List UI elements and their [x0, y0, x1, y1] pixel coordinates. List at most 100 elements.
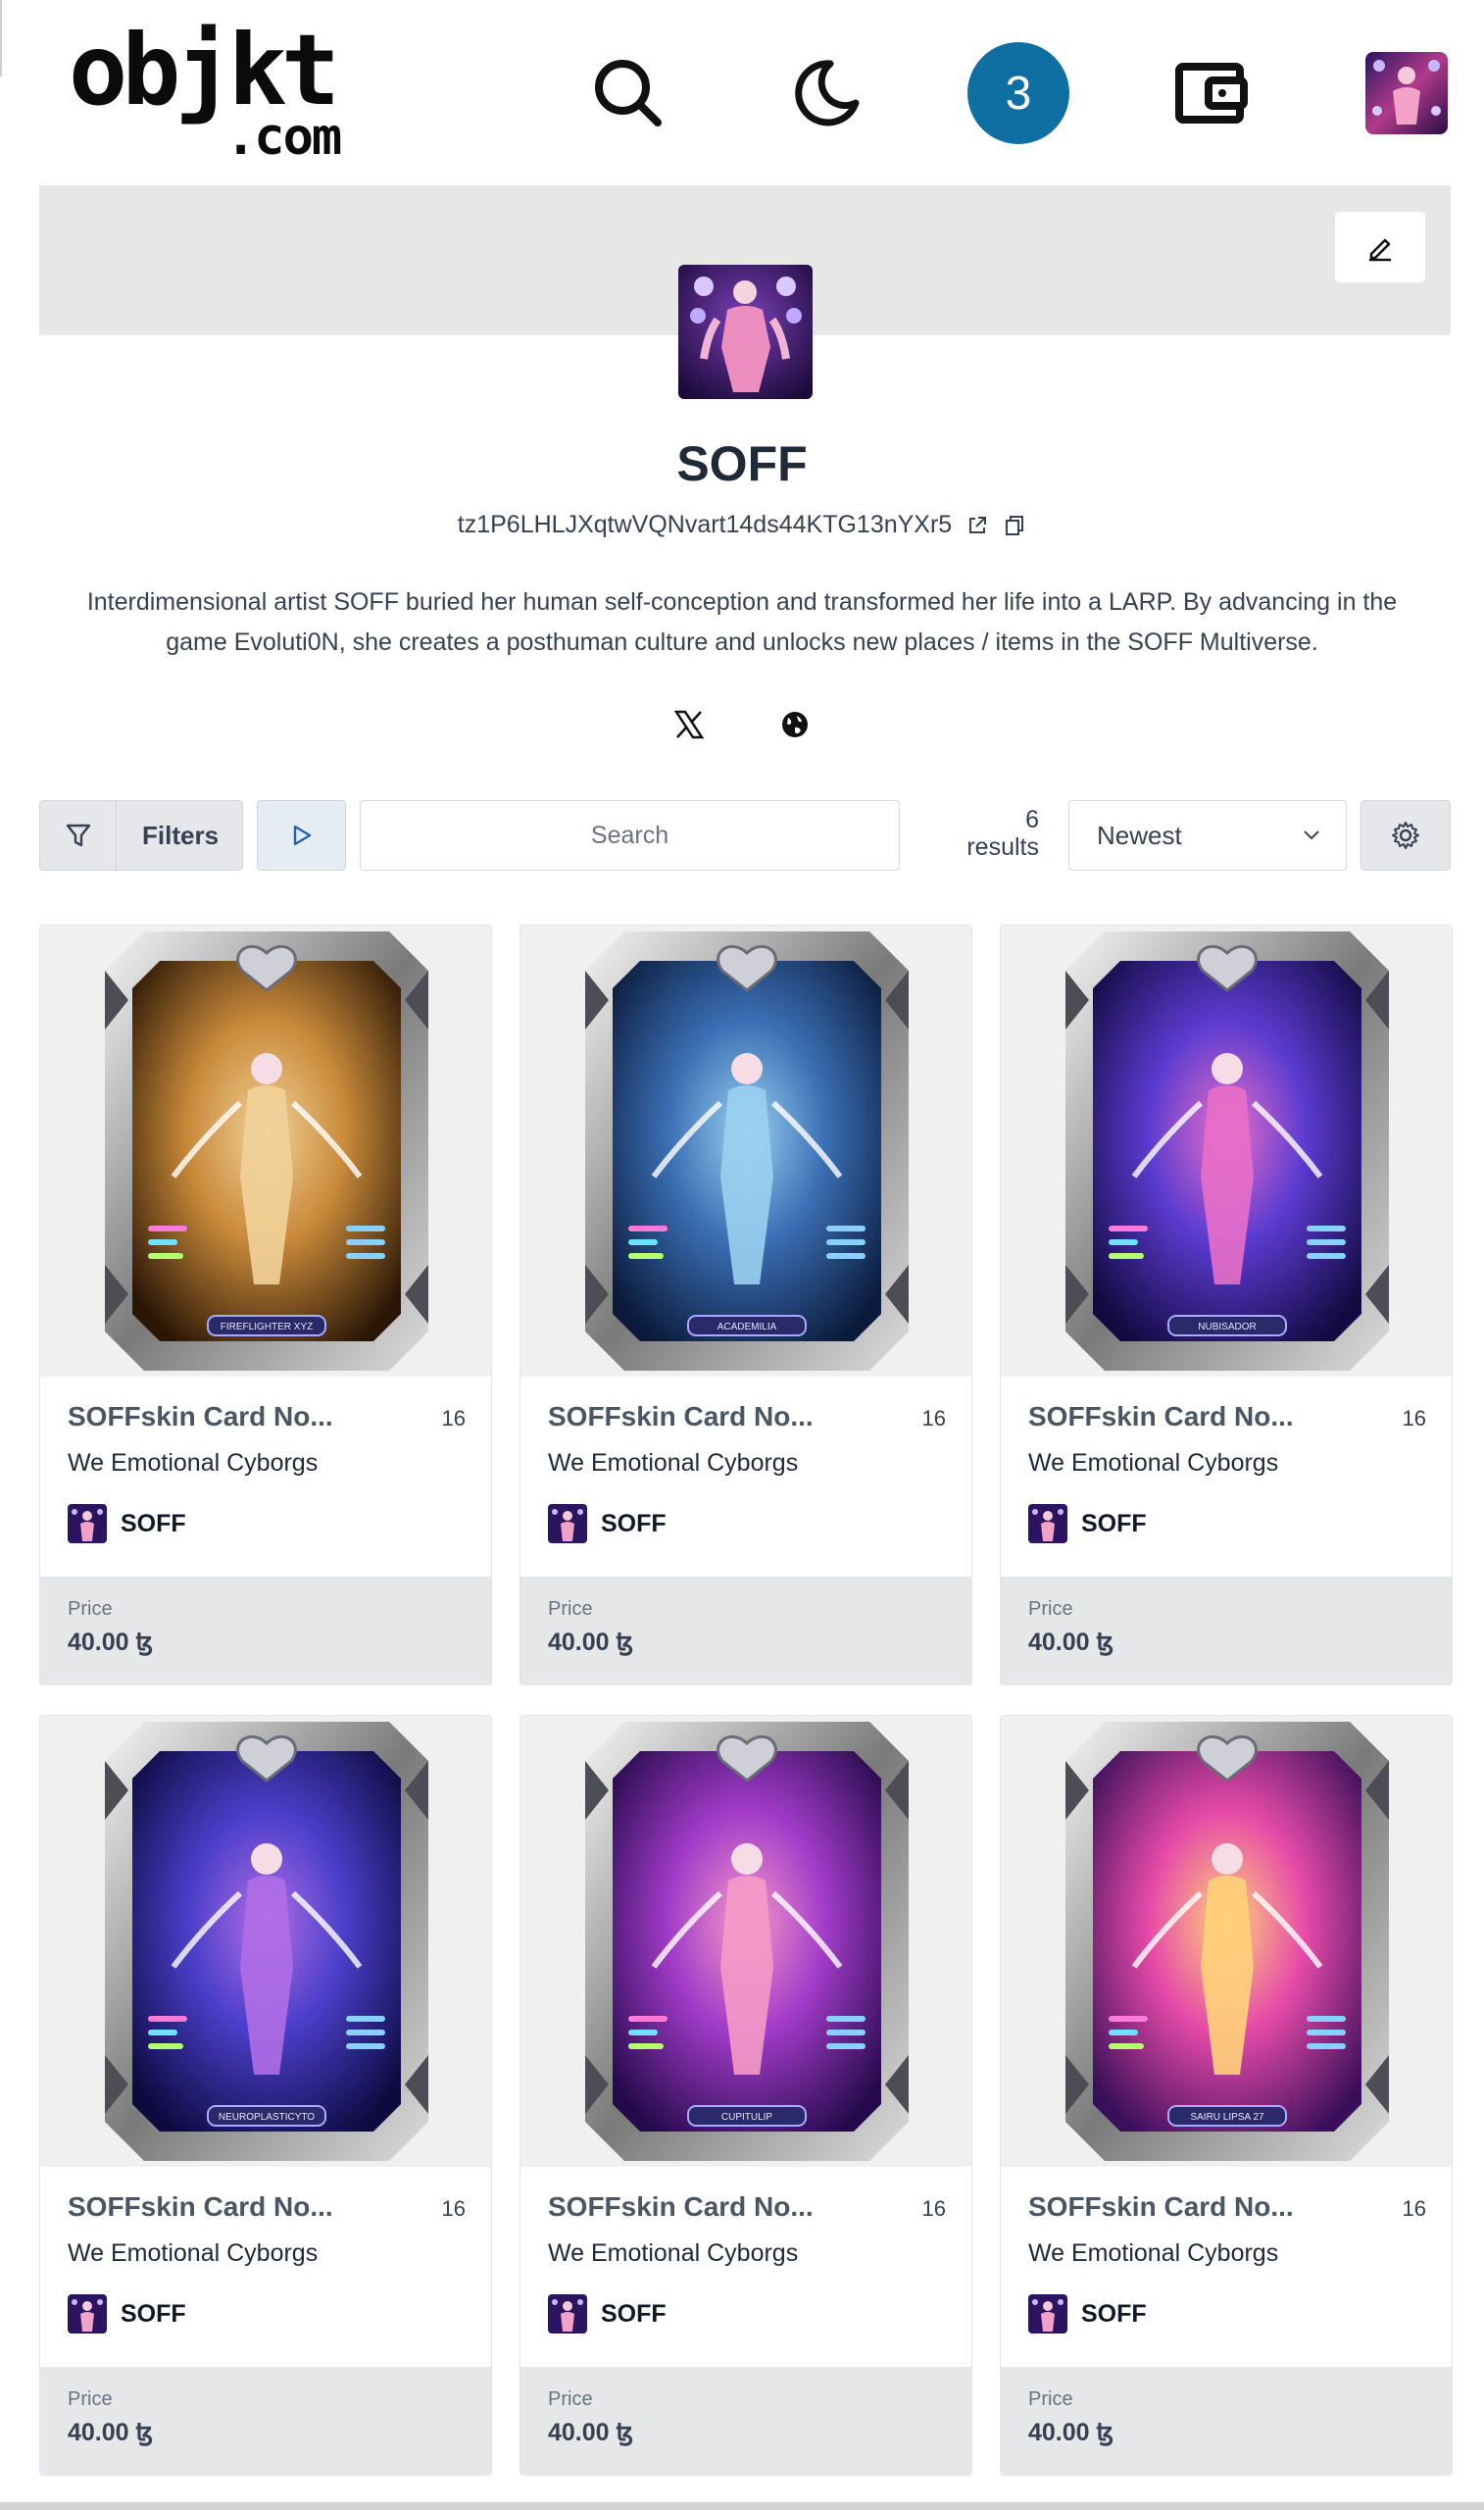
price-label: Price — [1028, 1598, 1073, 1620]
token-card[interactable]: NEUROPLASTICYTO SOFFskin Card No... 16 We E… — [39, 1715, 492, 2476]
results-number: 6 — [1025, 806, 1039, 833]
edit-profile-button[interactable] — [1335, 212, 1425, 282]
token-card[interactable]: SAIRU LIPSA 27 SOFFskin Card No... 16 We Em… — [1000, 1715, 1453, 2476]
token-title[interactable]: SOFFskin Card No... — [548, 1401, 814, 1432]
artist-avatar — [548, 1504, 587, 1543]
x-twitter-link[interactable] — [668, 704, 710, 745]
token-collection[interactable]: We Emotional Cyborgs — [68, 2239, 318, 2268]
token-image[interactable]: CUPITULIP — [520, 1716, 971, 2167]
dark-mode-toggle[interactable] — [780, 49, 868, 137]
website-link[interactable] — [774, 704, 816, 745]
artist-name: SOFF — [121, 1509, 186, 1537]
token-collection[interactable]: We Emotional Cyborgs — [548, 2239, 798, 2268]
token-editions: 16 — [921, 1406, 946, 1431]
objkt-logo[interactable]: objkt .com — [69, 22, 382, 169]
token-card[interactable]: FIREFLIGHTER XYZ SOFFskin Card No... 16 We … — [39, 925, 492, 1685]
svg-text:FIREFLIGHTER XYZ: FIREFLIGHTER XYZ — [221, 1322, 313, 1332]
artist-name: SOFF — [1081, 2299, 1147, 2328]
price-label: Price — [1028, 2388, 1073, 2410]
display-settings-button[interactable] — [1360, 800, 1451, 871]
token-artist[interactable]: SOFF — [1028, 2294, 1147, 2334]
token-price-footer: Price 40.00 ꜩ — [520, 2367, 971, 2475]
token-price-footer: Price 40.00 ꜩ — [1001, 1577, 1452, 1684]
token-artist[interactable]: SOFF — [68, 2294, 186, 2334]
logo-main-text: objkt — [69, 13, 340, 127]
token-image[interactable]: NEUROPLASTICYTO — [40, 1716, 491, 2167]
copy-icon[interactable] — [1003, 514, 1026, 537]
x-icon — [673, 710, 705, 739]
token-collection[interactable]: We Emotional Cyborgs — [548, 1449, 798, 1478]
logo-sub-text: .com — [225, 108, 342, 167]
token-image[interactable]: SAIRU LIPSA 27 — [1001, 1716, 1452, 2167]
token-editions: 16 — [441, 1406, 466, 1431]
gear-icon — [1392, 822, 1419, 849]
svg-text:NUBISADOR: NUBISADOR — [1198, 1322, 1256, 1332]
profile-name: SOFF — [676, 436, 808, 491]
token-artist[interactable]: SOFF — [548, 2294, 667, 2334]
social-links — [0, 704, 1484, 745]
token-editions: 16 — [441, 2196, 466, 2221]
token-card[interactable]: CUPITULIP SOFFskin Card No... 16 We Emotion… — [519, 1715, 972, 2476]
token-image[interactable]: FIREFLIGHTER XYZ — [40, 926, 491, 1377]
price-value: 40.00 ꜩ — [548, 1629, 634, 1656]
token-title[interactable]: SOFFskin Card No... — [68, 1401, 333, 1432]
token-image[interactable]: ACADEMILIA — [520, 926, 971, 1377]
bottom-scroll-edge — [0, 2502, 1484, 2510]
external-link-icon[interactable] — [965, 514, 989, 537]
search-button[interactable] — [584, 49, 672, 137]
artist-name: SOFF — [601, 1509, 667, 1537]
top-header: objkt .com 3 — [0, 0, 1484, 182]
token-title[interactable]: SOFFskin Card No... — [548, 2191, 814, 2223]
token-image[interactable]: NUBISADOR — [1001, 926, 1452, 1377]
token-price-footer: Price 40.00 ꜩ — [520, 1577, 971, 1684]
price-value: 40.00 ꜩ — [548, 2419, 634, 2446]
wallet-address-row: tz1P6LHLJXqtwVQNvart14ds44KTG13nYXr5 — [0, 511, 1484, 539]
token-title[interactable]: SOFFskin Card No... — [68, 2191, 333, 2223]
token-card[interactable]: ACADEMILIA SOFFskin Card No... 16 We Emotio… — [519, 925, 972, 1685]
edit-icon — [1369, 238, 1391, 262]
token-artist[interactable]: SOFF — [548, 1504, 667, 1543]
token-card[interactable]: NUBISADOR SOFFskin Card No... 16 We Emotion… — [1000, 925, 1453, 1685]
token-price-footer: Price 40.00 ꜩ — [1001, 2367, 1452, 2475]
token-price-footer: Price 40.00 ꜩ — [40, 2367, 491, 2475]
search-icon — [595, 60, 662, 126]
price-label: Price — [68, 2388, 113, 2410]
artist-avatar — [1028, 2294, 1067, 2334]
filters-button[interactable]: Filters — [39, 800, 243, 871]
filters-label: Filters — [142, 820, 220, 850]
chevron-down-icon — [1304, 830, 1319, 840]
artist-avatar — [68, 2294, 107, 2334]
price-label: Price — [68, 1598, 113, 1620]
token-artist[interactable]: SOFF — [1028, 1504, 1147, 1543]
price-value: 40.00 ꜩ — [68, 1629, 154, 1656]
price-value: 40.00 ꜩ — [1028, 2419, 1114, 2446]
price-value: 40.00 ꜩ — [1028, 1629, 1114, 1656]
moon-icon — [795, 60, 860, 126]
profile-avatar — [678, 265, 813, 399]
token-collection[interactable]: We Emotional Cyborgs — [68, 1449, 318, 1478]
sort-select[interactable]: Newest — [1068, 800, 1347, 871]
globe-icon — [782, 712, 808, 737]
search-input[interactable] — [360, 800, 900, 871]
wallet-button[interactable] — [1167, 49, 1256, 137]
svg-text:SAIRU LIPSA 27: SAIRU LIPSA 27 — [1190, 2112, 1263, 2123]
wallet-icon — [1175, 63, 1248, 124]
results-label: results — [966, 833, 1039, 861]
token-collection[interactable]: We Emotional Cyborgs — [1028, 1449, 1278, 1478]
artist-name: SOFF — [601, 2299, 667, 2328]
wallet-address[interactable]: tz1P6LHLJXqtwVQNvart14ds44KTG13nYXr5 — [458, 511, 952, 539]
user-avatar[interactable] — [1365, 52, 1448, 134]
results-count: 6 results — [931, 806, 1039, 861]
svg-text:CUPITULIP: CUPITULIP — [721, 2112, 773, 2123]
sort-value: Newest — [1097, 820, 1182, 850]
play-icon — [293, 825, 311, 846]
token-title[interactable]: SOFFskin Card No... — [1028, 1401, 1294, 1432]
price-label: Price — [548, 2388, 593, 2410]
token-title[interactable]: SOFFskin Card No... — [1028, 2191, 1294, 2223]
notification-badge[interactable]: 3 — [967, 42, 1069, 144]
token-artist[interactable]: SOFF — [68, 1504, 186, 1543]
play-slideshow-button[interactable] — [257, 800, 346, 871]
token-collection[interactable]: We Emotional Cyborgs — [1028, 2239, 1278, 2268]
artist-name: SOFF — [1081, 1509, 1147, 1537]
filter-icon — [66, 824, 90, 847]
